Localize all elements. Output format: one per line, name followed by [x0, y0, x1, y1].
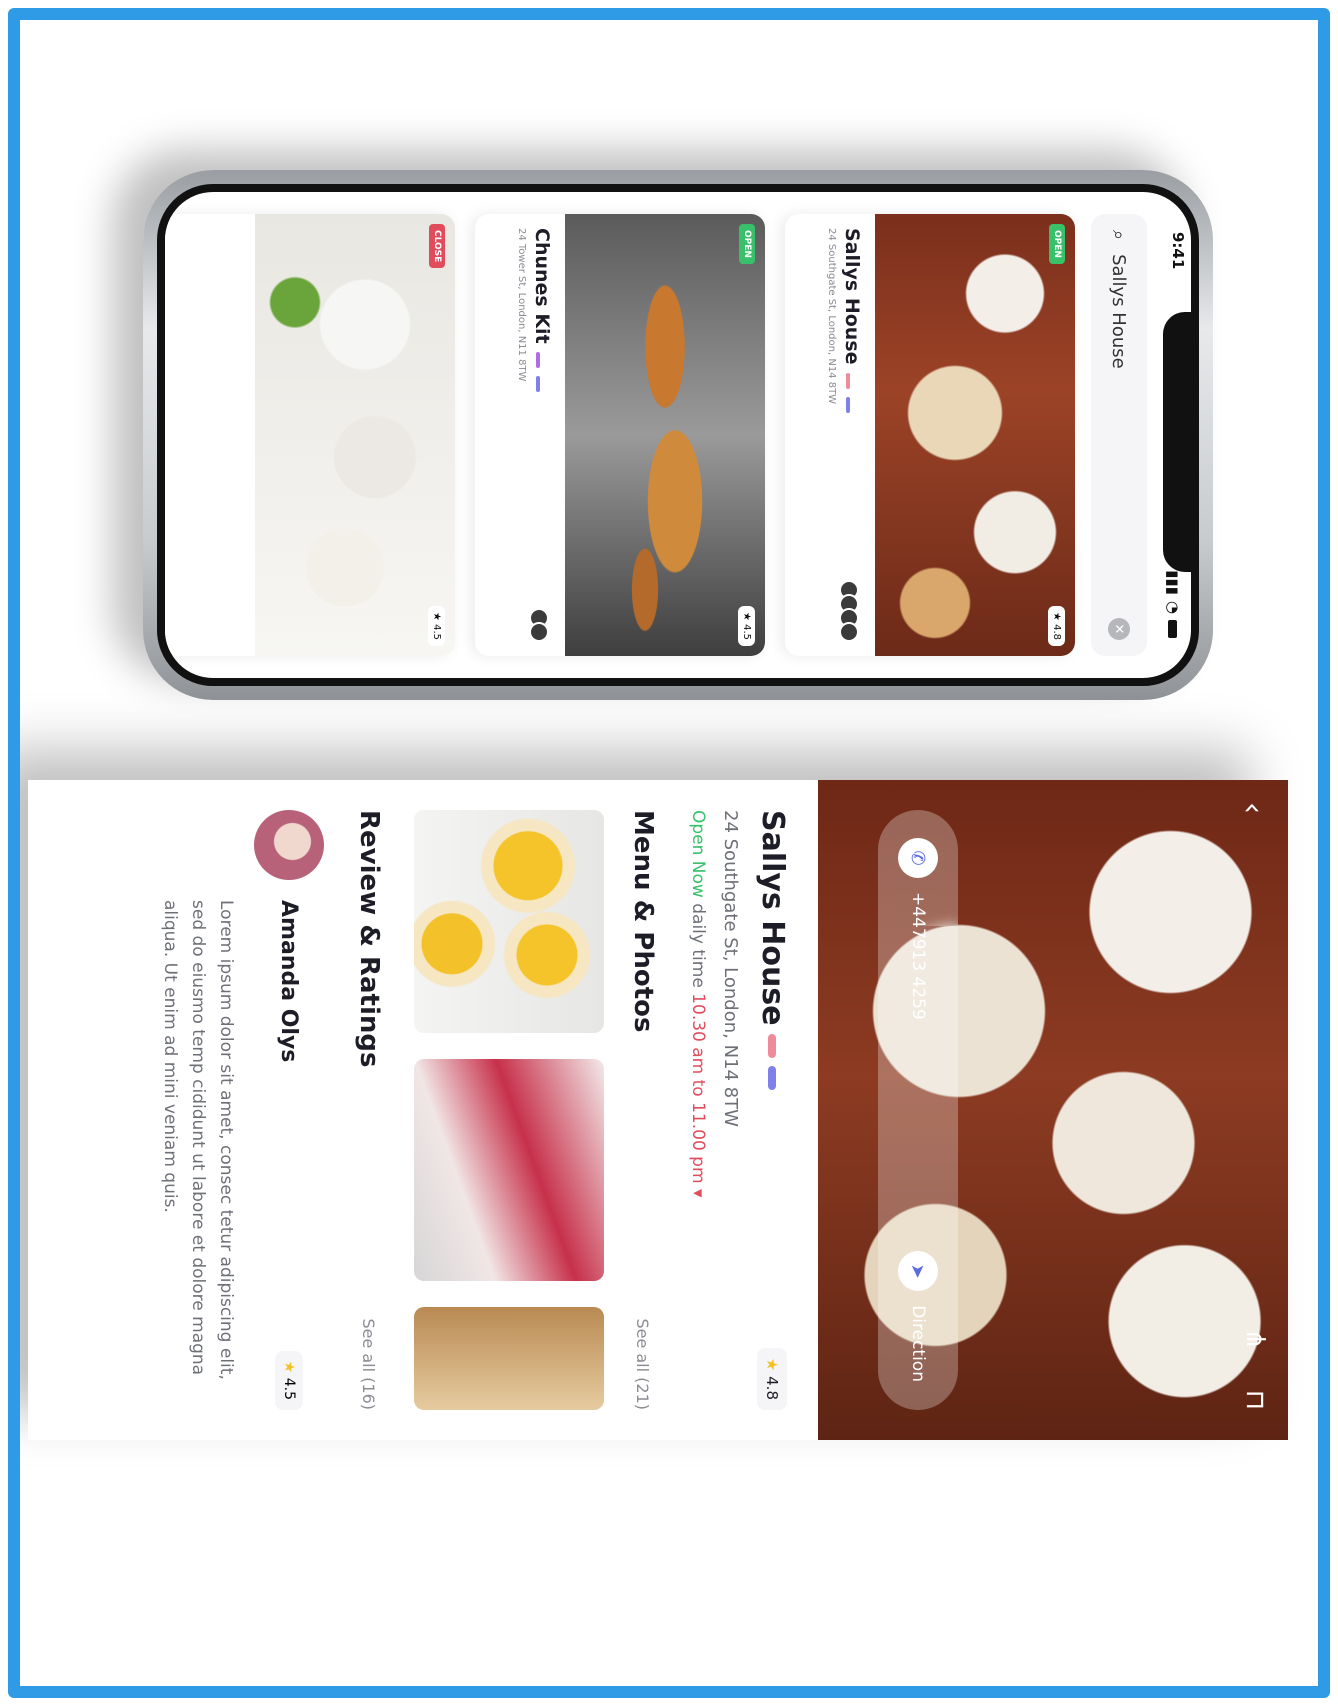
menu-section-header: Menu & Photos See all (21): [628, 810, 658, 1410]
menu-photo[interactable]: [414, 1058, 604, 1282]
card-photo: CLOSE ★ 4.5: [255, 214, 455, 656]
search-bar[interactable]: ⌕ Sallys House ✕: [1091, 214, 1147, 656]
review-rating: ★ 4.5: [275, 1350, 303, 1410]
tag-pill: [846, 372, 850, 389]
wifi-icon: ◔: [1164, 600, 1182, 614]
status-bar: 9:41 ▮▮▮ ◔: [1159, 192, 1187, 678]
rating-badge: ★ 4.5: [738, 605, 755, 646]
hero-photo: ‹ ⋔ ⊓ ✆ +447913 4259 ➤ Direction: [818, 780, 1288, 1440]
share-icon[interactable]: ⋔: [1240, 1328, 1270, 1350]
star-icon: ★: [763, 1357, 782, 1372]
phone-screen: 9:41 ▮▮▮ ◔ ⌕ Sallys House ✕ OPEN ★ 4.8 S…: [157, 184, 1199, 686]
rating-value: 4.8: [763, 1376, 782, 1400]
title-row: Sallys House ★ 4.8: [755, 810, 790, 1410]
status-time: 9:41: [1169, 232, 1187, 270]
back-icon[interactable]: ‹: [1235, 802, 1270, 814]
review-title: Review & Ratings: [354, 810, 384, 1068]
star-icon: ★: [281, 1360, 297, 1374]
bookmark-icon[interactable]: ⊓: [1240, 1390, 1270, 1410]
rotated-canvas: 9:41 ▮▮▮ ◔ ⌕ Sallys House ✕ OPEN ★ 4.8 S…: [20, 20, 1318, 1686]
distance-pill: [536, 375, 540, 392]
restaurant-address: 24 Southgate St, London, N14 8TW: [720, 810, 741, 1127]
distance-pill: [846, 396, 850, 413]
menu-title: Menu & Photos: [628, 810, 658, 1033]
search-icon: ⌕: [1108, 230, 1130, 241]
review-section-header: Review & Ratings See all (16): [354, 810, 384, 1410]
tag-pill: [536, 351, 540, 368]
menu-see-all-link[interactable]: See all (21): [634, 1318, 653, 1410]
restaurant-card[interactable]: CLOSE ★ 4.5: [165, 214, 455, 656]
rating-value: 4.8: [1051, 624, 1062, 640]
closed-badge: CLOSE: [429, 224, 445, 269]
open-now-label: Open Now: [688, 810, 708, 898]
card-info: Sallys House 24 Southgate St, London, N1…: [814, 214, 875, 656]
rating-badge: ★ 4.8: [1048, 605, 1065, 646]
restaurant-card[interactable]: OPEN ★ 4.5 Chunes Kit 24 Tower St, Londo…: [475, 214, 765, 656]
tag-pill: [768, 1033, 777, 1058]
avatar-group: [529, 608, 549, 642]
open-badge: OPEN: [739, 224, 755, 264]
restaurant-detail-screen: ‹ ⋔ ⊓ ✆ +447913 4259 ➤ Direction Sallys: [28, 780, 1288, 1440]
card-address: 24 Tower St, London, N11 8TW: [516, 228, 527, 382]
hours-value: 10.30 am to 11.00 pm: [688, 993, 708, 1184]
action-bar: ✆ +447913 4259 ➤ Direction: [878, 810, 958, 1410]
reviewer-name: Amanda Olys: [276, 900, 302, 1063]
chevron-down-icon: ▾: [688, 1188, 708, 1198]
call-button[interactable]: ✆ +447913 4259: [898, 838, 938, 1020]
card-name-text: Chunes Kit: [531, 228, 553, 344]
restaurant-title: Sallys House: [755, 810, 790, 1026]
avatar: [529, 622, 549, 642]
card-photo: OPEN ★ 4.5: [565, 214, 765, 656]
review-text: Lorem ipsum dolor sit amet, consec tetur…: [160, 900, 236, 1380]
rating-value: 4.5: [431, 624, 442, 640]
review-see-all-link[interactable]: See all (16): [360, 1318, 379, 1410]
rating-badge: ★ 4.8: [757, 1347, 788, 1410]
direction-button[interactable]: ➤ Direction: [898, 1251, 938, 1382]
card-name-text: Sallys House: [841, 228, 863, 365]
avatar: [839, 622, 859, 642]
card-name: Chunes Kit: [531, 228, 553, 642]
frame: 9:41 ▮▮▮ ◔ ⌕ Sallys House ✕ OPEN ★ 4.8 S…: [8, 8, 1330, 1698]
card-photo: OPEN ★ 4.8: [875, 214, 1075, 656]
battery-icon: [1168, 620, 1178, 638]
review-item: Amanda Olys ★ 4.5: [254, 810, 324, 1410]
phone-number: +447913 4259: [908, 892, 928, 1020]
avatar-group: [839, 580, 859, 642]
card-address: 24 Southgate St, London, N14 8TW: [826, 228, 837, 405]
opening-hours[interactable]: Open Now daily time 10.30 am to 11.00 pm…: [688, 810, 708, 1410]
phone-mockup: 9:41 ▮▮▮ ◔ ⌕ Sallys House ✕ OPEN ★ 4.8 S…: [143, 170, 1213, 700]
status-icons: ▮▮▮ ◔: [1159, 570, 1187, 638]
search-input[interactable]: Sallys House: [1109, 254, 1130, 369]
restaurant-card[interactable]: OPEN ★ 4.8 Sallys House 24 Southgate St,…: [785, 214, 1075, 656]
detail-body: Sallys House ★ 4.8 24 Southgate St, Lond…: [28, 780, 818, 1440]
distance-pill: [768, 1065, 777, 1090]
menu-photo[interactable]: [414, 810, 604, 1033]
hours-label: daily time: [688, 903, 708, 988]
rating-value: 4.5: [741, 624, 752, 640]
direction-icon: ➤: [898, 1251, 938, 1292]
avatar: [254, 810, 324, 880]
open-badge: OPEN: [1049, 224, 1065, 264]
signal-icon: ▮▮▮: [1164, 570, 1182, 595]
card-info: Chunes Kit 24 Tower St, London, N11 8TW: [504, 214, 565, 656]
direction-label: Direction: [908, 1305, 928, 1382]
menu-photos: [414, 810, 604, 1410]
clear-icon[interactable]: ✕: [1108, 618, 1130, 640]
menu-photo[interactable]: [414, 1307, 604, 1410]
rating-badge: ★ 4.5: [428, 605, 445, 646]
phone-icon: ✆: [898, 838, 938, 878]
review-rating-value: 4.5: [281, 1377, 297, 1400]
